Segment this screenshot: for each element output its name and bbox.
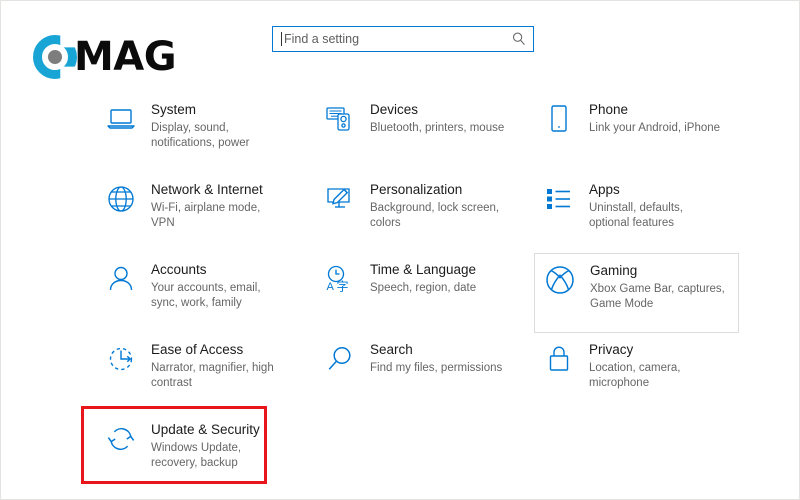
clock-language-icon: A 字: [323, 262, 357, 296]
tile-text: Privacy Location, camera, microphone: [589, 341, 724, 391]
magnifier-icon: [323, 342, 357, 376]
tile-text: Search Find my files, permissions: [370, 341, 502, 376]
tile-subtitle: Bluetooth, printers, mouse: [370, 122, 505, 134]
tile-text: Gaming Xbox Game Bar, captures, Game Mod…: [590, 262, 725, 312]
ease-of-access-icon: [104, 342, 138, 376]
settings-tile-ease-of-access[interactable]: Ease of Access Narrator, magnifier, high…: [96, 333, 301, 413]
laptop-icon: [104, 102, 138, 136]
tile-title: Ease of Access: [151, 342, 244, 357]
settings-tile-phone[interactable]: Phone Link your Android, iPhone: [534, 93, 739, 173]
devices-icon: [323, 102, 357, 136]
search-box[interactable]: [272, 26, 534, 52]
tile-text: Ease of Access Narrator, magnifier, high…: [151, 341, 286, 391]
tile-title: Accounts: [151, 262, 207, 277]
settings-row: System Display, sound, notifications, po…: [1, 93, 800, 173]
brand-logo: MAG: [33, 34, 177, 80]
settings-tile-update-security[interactable]: Update & Security Windows Update, recove…: [96, 413, 301, 493]
settings-row: Accounts Your accounts, email, sync, wor…: [1, 253, 800, 333]
settings-tile-personalization[interactable]: Personalization Background, lock screen,…: [315, 173, 520, 253]
tile-subtitle: Narrator, magnifier, high contrast: [151, 362, 274, 389]
tile-text: Time & Language Speech, region, date: [370, 261, 476, 296]
person-icon: [104, 262, 138, 296]
settings-tile-system[interactable]: System Display, sound, notifications, po…: [96, 93, 301, 173]
tile-text: Update & Security Windows Update, recove…: [151, 421, 286, 471]
tile-text: Accounts Your accounts, email, sync, wor…: [151, 261, 286, 311]
tile-text: Apps Uninstall, defaults, optional featu…: [589, 181, 724, 231]
tile-subtitle: Location, camera, microphone: [589, 362, 681, 389]
settings-grid: System Display, sound, notifications, po…: [1, 93, 800, 493]
tile-subtitle: Windows Update, recovery, backup: [151, 442, 242, 469]
settings-home-page: MAG System Displa: [0, 0, 800, 500]
tile-subtitle: Your accounts, email, sync, work, family: [151, 282, 261, 309]
tile-title: Personalization: [370, 182, 463, 197]
settings-tile-network-internet[interactable]: Network & Internet Wi-Fi, airplane mode,…: [96, 173, 301, 253]
tile-title: Apps: [589, 182, 620, 197]
page-header: MAG: [1, 1, 799, 91]
tile-subtitle: Wi-Fi, airplane mode, VPN: [151, 202, 261, 229]
tile-title: Gaming: [590, 263, 638, 278]
tile-title: Phone: [589, 102, 629, 117]
phone-icon: [542, 102, 576, 136]
settings-tile-privacy[interactable]: Privacy Location, camera, microphone: [534, 333, 739, 413]
tile-title: System: [151, 102, 197, 117]
svg-text:字: 字: [337, 279, 349, 294]
tile-text: System Display, sound, notifications, po…: [151, 101, 286, 151]
tile-title: Network & Internet: [151, 182, 263, 197]
globe-icon: [104, 182, 138, 216]
settings-tile-accounts[interactable]: Accounts Your accounts, email, sync, wor…: [96, 253, 301, 333]
settings-tile-search[interactable]: Search Find my files, permissions: [315, 333, 520, 413]
tile-subtitle: Find my files, permissions: [370, 362, 503, 374]
tile-title: Privacy: [589, 342, 634, 357]
tile-text: Network & Internet Wi-Fi, airplane mode,…: [151, 181, 286, 231]
settings-tile-gaming[interactable]: Gaming Xbox Game Bar, captures, Game Mod…: [534, 253, 739, 333]
svg-text:A: A: [327, 281, 335, 293]
tile-title: Update & Security: [151, 422, 260, 437]
tile-title: Time & Language: [370, 262, 477, 277]
personalization-brush-icon: [323, 182, 357, 216]
tile-subtitle: Speech, region, date: [370, 282, 477, 294]
settings-tile-devices[interactable]: Devices Bluetooth, printers, mouse: [315, 93, 520, 173]
logo-dot: [48, 50, 62, 64]
tile-subtitle: Background, lock screen, colors: [370, 202, 500, 229]
search-icon[interactable]: [511, 31, 527, 47]
tile-text: Phone Link your Android, iPhone: [589, 101, 720, 136]
settings-row: Ease of Access Narrator, magnifier, high…: [1, 333, 800, 413]
apps-list-icon: [542, 182, 576, 216]
settings-tile-time-language[interactable]: A 字 Time & Language Speech, region, date: [315, 253, 520, 333]
brand-logo-text: MAG: [74, 34, 177, 80]
tile-title: Search: [370, 342, 413, 357]
tile-subtitle: Uninstall, defaults, optional features: [589, 202, 683, 229]
tile-subtitle: Link your Android, iPhone: [589, 122, 721, 134]
settings-row: Update & Security Windows Update, recove…: [1, 413, 800, 493]
tile-title: Devices: [370, 102, 419, 117]
settings-tile-apps[interactable]: Apps Uninstall, defaults, optional featu…: [534, 173, 739, 253]
tile-text: Personalization Background, lock screen,…: [370, 181, 505, 231]
lock-icon: [542, 342, 576, 376]
refresh-sync-icon: [104, 422, 138, 456]
settings-row: Network & Internet Wi-Fi, airplane mode,…: [1, 173, 800, 253]
search-input[interactable]: [282, 32, 511, 46]
tile-subtitle: Display, sound, notifications, power: [151, 122, 250, 149]
c-circle-logo-icon: [33, 35, 77, 79]
tile-text: Devices Bluetooth, printers, mouse: [370, 101, 504, 136]
xbox-icon: [543, 263, 577, 297]
tile-subtitle: Xbox Game Bar, captures, Game Mode: [590, 283, 725, 310]
